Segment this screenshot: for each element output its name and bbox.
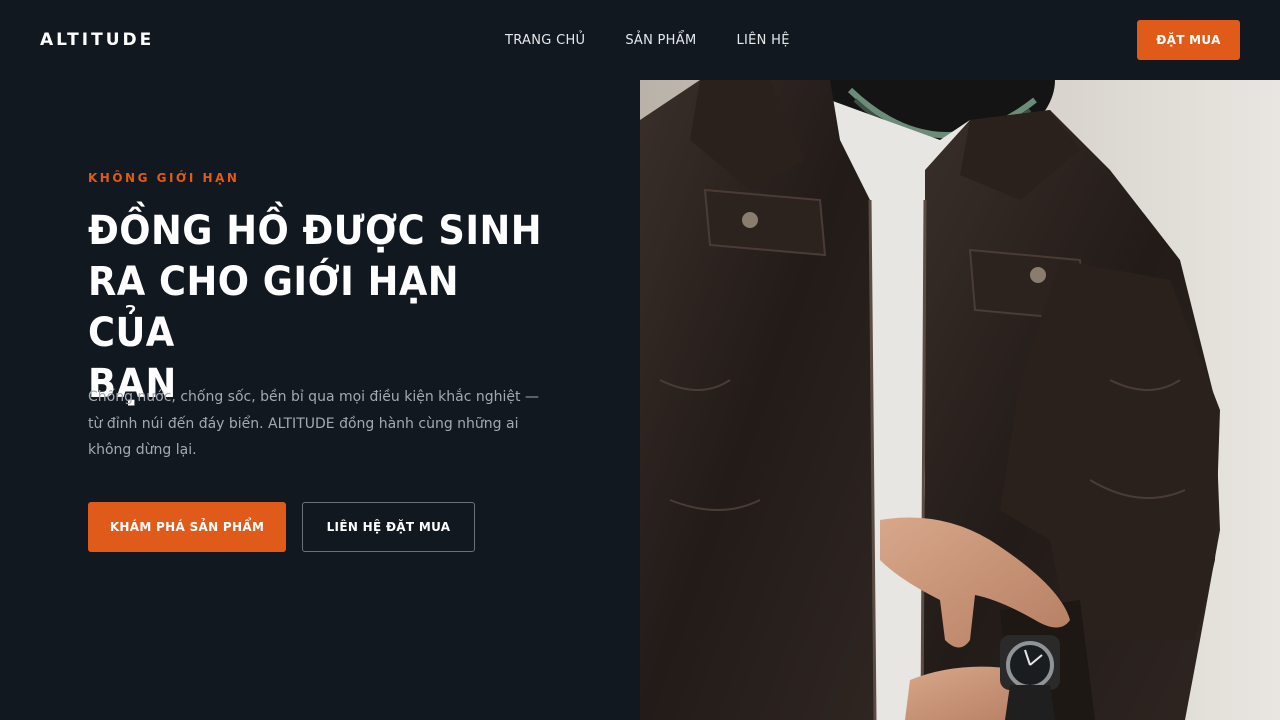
contact-order-button[interactable]: LIÊN HỆ ĐẶT MUA — [302, 502, 475, 552]
hero-image — [640, 80, 1280, 720]
hero-eyebrow: KHÔNG GIỚI HẠN — [88, 171, 240, 185]
headline-line-1: ĐỒNG HỒ ĐƯỢC SINH — [88, 208, 542, 254]
explore-products-button[interactable]: KHÁM PHÁ SẢN PHẨM — [88, 502, 286, 552]
hero-description: Chống nước, chống sốc, bền bỉ qua mọi đi… — [88, 389, 539, 458]
hero-actions: KHÁM PHÁ SẢN PHẨM LIÊN HỆ ĐẶT MUA — [88, 502, 475, 552]
top-navbar: ALTITUDE TRANG CHỦ SẢN PHẨM LIÊN HỆ ĐẶT … — [0, 0, 1280, 80]
nav-item-contact[interactable]: LIÊN HỆ — [736, 33, 789, 48]
order-button[interactable]: ĐẶT MUA — [1137, 20, 1240, 60]
hero-headline: ĐỒNG HỒ ĐƯỢC SINH RA CHO GIỚI HẠN CỦA BẠ… — [88, 206, 548, 410]
nav-item-products[interactable]: SẢN PHẨM — [625, 33, 696, 48]
main-nav: TRANG CHỦ SẢN PHẨM LIÊN HỆ — [505, 0, 830, 80]
headline-line-2: RA CHO GIỚI HẠN CỦA — [88, 259, 460, 356]
brand-logo[interactable]: ALTITUDE — [40, 30, 154, 50]
hero-photo-illustration — [640, 80, 1280, 720]
nav-item-home[interactable]: TRANG CHỦ — [505, 33, 585, 48]
